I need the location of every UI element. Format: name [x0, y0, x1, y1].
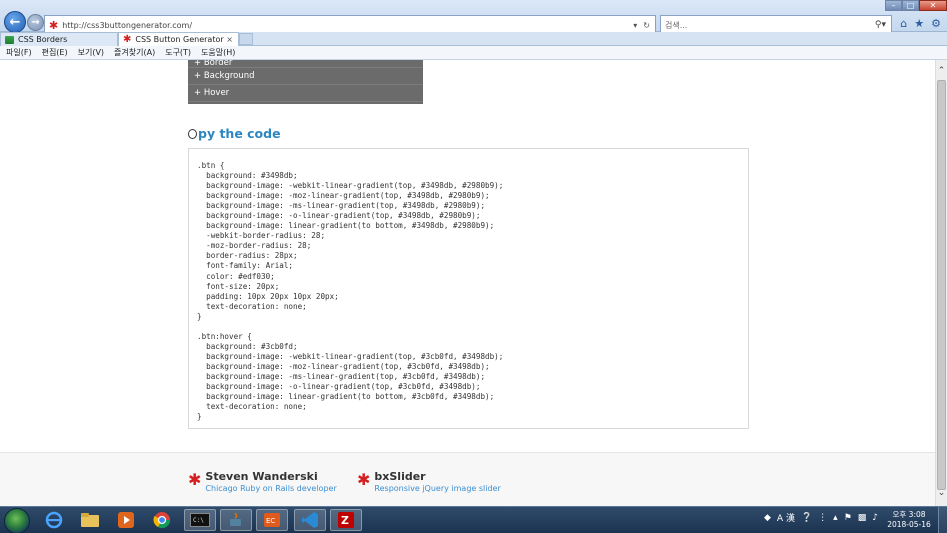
- site-favicon-icon: ✱: [49, 18, 59, 32]
- minimize-button[interactable]: –: [885, 0, 902, 11]
- system-tray: ◆ A 漢 ❔ ⋮ ▴ ⚑ ▩ ♪: [764, 511, 878, 525]
- ime-indicator[interactable]: A 漢: [777, 511, 795, 524]
- dropdown-arrow-icon[interactable]: ▾: [633, 21, 637, 30]
- menu-help[interactable]: 도움말(H): [201, 47, 235, 58]
- address-url: http://css3buttongenerator.com/: [62, 20, 193, 30]
- chrome-icon[interactable]: [146, 509, 178, 531]
- vscode-icon[interactable]: [294, 509, 326, 531]
- footer-subtitle[interactable]: Responsive jQuery image slider: [374, 484, 500, 493]
- explorer-folder-icon[interactable]: [74, 509, 106, 531]
- network-diamond-icon[interactable]: ◆: [764, 513, 771, 523]
- forward-button[interactable]: →: [27, 14, 44, 31]
- tab-strip: CSS Borders ✱ CSS Button Generator ×: [0, 32, 947, 46]
- ime-options-icon[interactable]: ⋮: [818, 513, 827, 523]
- menu-favorites[interactable]: 즐겨찾기(A): [114, 47, 155, 58]
- close-tab-icon[interactable]: ×: [226, 35, 233, 44]
- network-icon[interactable]: ▩: [858, 513, 867, 523]
- panel-item-hover[interactable]: + Hover: [188, 85, 423, 102]
- panel-item-border[interactable]: + Border: [188, 60, 423, 68]
- editor-app-icon[interactable]: EC: [256, 509, 288, 531]
- scroll-up-icon[interactable]: ⌃: [936, 66, 947, 76]
- search-icon[interactable]: ⚲▾: [875, 20, 891, 30]
- cmd-terminal-icon[interactable]: C:\: [184, 509, 216, 531]
- tab-css-button-generator[interactable]: ✱ CSS Button Generator ×: [118, 32, 239, 46]
- browser-toolbar: ← → ✱ http://css3buttongenerator.com/ ▾ …: [0, 0, 947, 35]
- menu-tools[interactable]: 도구(T): [165, 47, 191, 58]
- code-box[interactable]: .btn { background: #3498db; background-i…: [188, 148, 749, 429]
- tray-expand-icon[interactable]: ▴: [833, 513, 838, 523]
- menu-edit[interactable]: 편집(E): [42, 47, 68, 58]
- filezilla-icon[interactable]: Z: [330, 509, 362, 531]
- menu-file[interactable]: 파일(F): [6, 47, 32, 58]
- brand-star-icon: ✱: [188, 470, 202, 489]
- show-desktop-button[interactable]: [938, 507, 947, 533]
- mouse-cursor-icon: [188, 129, 197, 139]
- scroll-thumb[interactable]: [937, 80, 946, 490]
- back-button[interactable]: ←: [4, 11, 26, 33]
- scroll-down-icon[interactable]: ⌄: [936, 488, 947, 498]
- tab-css-borders[interactable]: CSS Borders: [0, 32, 118, 46]
- footer-name[interactable]: bxSlider: [374, 470, 500, 483]
- home-icon[interactable]: ⌂: [900, 17, 907, 30]
- taskbar-clock[interactable]: 오후 3:08 2018-05-16: [884, 510, 934, 530]
- clock-date: 2018-05-16: [887, 520, 931, 529]
- footer-name[interactable]: Steven Wanderski: [205, 470, 336, 483]
- favorites-star-icon[interactable]: ★: [914, 17, 924, 30]
- clock-time: 오후 3:08: [892, 510, 926, 519]
- menu-view[interactable]: 보기(V): [78, 47, 104, 58]
- tab-favicon-icon: ✱: [123, 34, 132, 45]
- java-app-icon[interactable]: [220, 509, 252, 531]
- help-icon[interactable]: ❔: [801, 513, 812, 523]
- footer-item-bxslider[interactable]: ✱ bxSlider Responsive jQuery image slide…: [357, 470, 501, 493]
- css-code: .btn { background: #3498db; background-i…: [197, 161, 504, 422]
- brand-star-icon: ✱: [357, 470, 371, 489]
- copy-code-title[interactable]: py the code: [188, 126, 281, 141]
- footer-subtitle[interactable]: Chicago Ruby on Rails developer: [205, 484, 336, 493]
- settings-gear-icon[interactable]: ⚙: [931, 17, 941, 30]
- search-placeholder: 검색...: [665, 20, 688, 30]
- svg-text:C:\: C:\: [193, 517, 204, 524]
- vertical-scrollbar[interactable]: ⌃ ⌄: [935, 60, 947, 506]
- taskbar: C:\ EC Z ◆ A 漢 ❔ ⋮ ▴ ⚑ ▩ ♪ 오후 3:08 2018-…: [0, 506, 947, 533]
- svg-text:Z: Z: [341, 514, 349, 527]
- page-footer: ✱ Steven Wanderski Chicago Ruby on Rails…: [0, 452, 935, 506]
- footer-item-wanderski[interactable]: ✱ Steven Wanderski Chicago Ruby on Rails…: [188, 470, 337, 493]
- tab-favicon-icon: [5, 35, 14, 44]
- volume-icon[interactable]: ♪: [872, 513, 878, 523]
- page-viewport: + Border + Background + Hover py the cod…: [0, 60, 935, 506]
- svg-text:EC: EC: [266, 517, 275, 525]
- maximize-button[interactable]: □: [902, 0, 919, 11]
- panel-item-background[interactable]: + Background: [188, 68, 423, 85]
- close-window-button[interactable]: ✕: [919, 0, 947, 11]
- refresh-icon[interactable]: ↻: [643, 21, 650, 30]
- ie-taskbar-icon[interactable]: [38, 509, 70, 531]
- menu-bar: 파일(F) 편집(E) 보기(V) 즐겨찾기(A) 도구(T) 도움말(H): [0, 46, 947, 60]
- start-button[interactable]: [4, 508, 30, 533]
- new-tab-button[interactable]: [239, 33, 253, 45]
- flag-icon[interactable]: ⚑: [844, 513, 852, 523]
- options-panel: + Border + Background + Hover: [188, 60, 423, 104]
- media-player-icon[interactable]: [110, 509, 142, 531]
